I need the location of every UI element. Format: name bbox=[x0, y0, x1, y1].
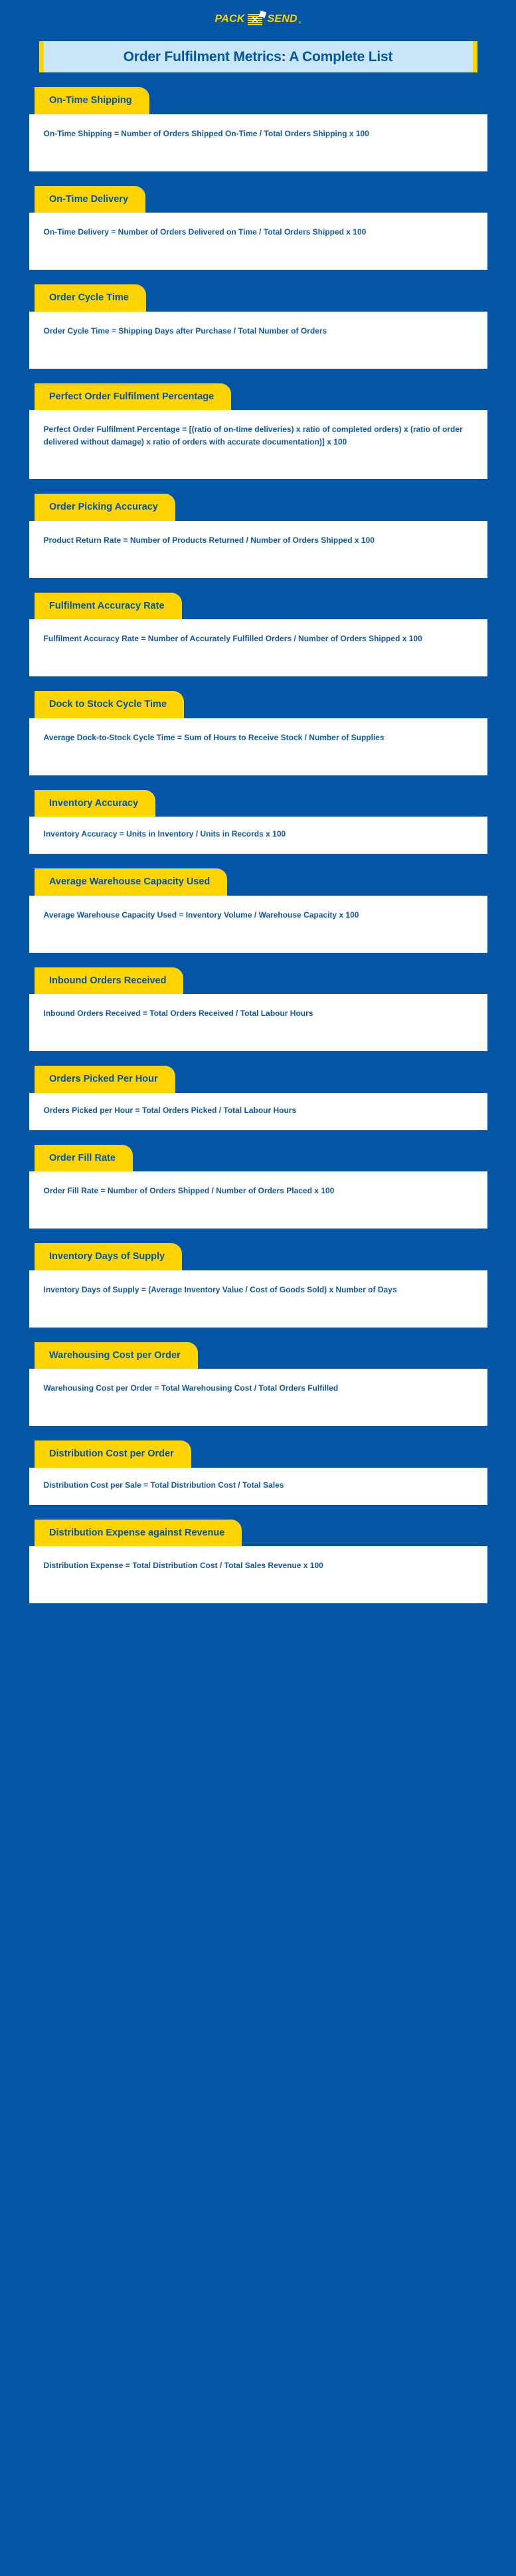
metric-card-title: Distribution Expense against Revenue bbox=[35, 1519, 242, 1546]
metric-card-formula: Perfect Order Fulfilment Percentage = [(… bbox=[29, 410, 487, 479]
metric-card: Order Cycle Time Order Cycle Time = Shipp… bbox=[0, 284, 516, 369]
metric-card-formula: Distribution Cost per Sale = Total Distr… bbox=[29, 1467, 487, 1505]
metric-card-formula: Distribution Expense = Total Distributio… bbox=[29, 1546, 487, 1603]
brand-logo: PACK ✕ SEND ® bbox=[0, 0, 516, 27]
metric-card-formula: Orders Picked per Hour = Total Orders Pi… bbox=[29, 1092, 487, 1130]
metric-card-title: Inventory Days of Supply bbox=[35, 1243, 183, 1270]
metric-card: Order Fill Rate Order Fill Rate = Number … bbox=[0, 1144, 516, 1229]
metric-card-title: Orders Picked Per Hour bbox=[35, 1066, 175, 1093]
metric-card-formula: Fulfilment Accuracy Rate = Number of Acc… bbox=[29, 619, 487, 676]
metric-card-title: Distribution Cost per Order bbox=[35, 1440, 191, 1468]
metric-card: Dock to Stock Cycle Time Average Dock-to-… bbox=[0, 691, 516, 775]
metric-card-title: Order Fill Rate bbox=[35, 1144, 133, 1171]
metric-card-title: Order Picking Accuracy bbox=[35, 494, 175, 521]
metrics-list: On-Time Shipping On-Time Shipping = Numbe… bbox=[0, 87, 516, 1603]
page-title-banner: Order Fulfilment Metrics: A Complete Lis… bbox=[39, 41, 477, 72]
metric-card-title: Fulfilment Accuracy Rate bbox=[35, 592, 182, 619]
metric-card-formula: On-Time Delivery = Number of Orders Deli… bbox=[29, 213, 487, 270]
metric-card: Average Warehouse Capacity Used Average W… bbox=[0, 868, 516, 953]
logo-text-send: SEND bbox=[267, 13, 298, 25]
metric-card-formula: Inventory Accuracy = Units in Inventory … bbox=[29, 817, 487, 854]
metric-card-formula: Warehousing Cost per Order = Total Wareh… bbox=[29, 1369, 487, 1426]
metric-card-title: Inbound Orders Received bbox=[35, 967, 184, 994]
metric-card: Inbound Orders Received Inbound Orders Re… bbox=[0, 967, 516, 1051]
metric-card: Inventory Accuracy Inventory Accuracy = U… bbox=[0, 789, 516, 854]
metric-card-formula: Product Return Rate = Number of Products… bbox=[29, 520, 487, 578]
metric-card: Distribution Expense against Revenue Dist… bbox=[0, 1519, 516, 1603]
metric-card: Inventory Days of Supply Inventory Days o… bbox=[0, 1243, 516, 1328]
metric-card-formula: Inventory Days of Supply = (Average Inve… bbox=[29, 1270, 487, 1328]
metric-card: Warehousing Cost per Order Warehousing Co… bbox=[0, 1341, 516, 1426]
metric-card-formula: On-Time Shipping = Number of Orders Ship… bbox=[29, 114, 487, 171]
metric-card: On-Time Shipping On-Time Shipping = Numbe… bbox=[0, 87, 516, 171]
metric-card: On-Time Delivery On-Time Delivery = Numbe… bbox=[0, 185, 516, 270]
logo: PACK ✕ SEND ® bbox=[215, 10, 301, 27]
metric-card-formula: Order Cycle Time = Shipping Days after P… bbox=[29, 311, 487, 369]
logo-text-pack: PACK bbox=[215, 13, 245, 25]
metric-card: Orders Picked Per Hour Orders Picked per … bbox=[0, 1066, 516, 1130]
metric-card-formula: Average Warehouse Capacity Used = Invent… bbox=[29, 895, 487, 953]
metric-card-title: Perfect Order Fulfilment Percentage bbox=[35, 383, 232, 410]
metric-card-formula: Order Fill Rate = Number of Orders Shipp… bbox=[29, 1171, 487, 1229]
metric-card-title: Warehousing Cost per Order bbox=[35, 1341, 198, 1369]
metric-card: Order Picking Accuracy Product Return Rat… bbox=[0, 494, 516, 578]
metric-card-title: Inventory Accuracy bbox=[35, 789, 156, 817]
trademark-symbol: ® bbox=[298, 21, 301, 25]
metric-card-formula: Inbound Orders Received = Total Orders R… bbox=[29, 994, 487, 1051]
metric-card: Perfect Order Fulfilment Percentage Perfe… bbox=[0, 383, 516, 479]
logo-cross-glyph: ✕ bbox=[251, 15, 259, 25]
metric-card-title: Average Warehouse Capacity Used bbox=[35, 868, 228, 896]
metric-card: Fulfilment Accuracy Rate Fulfilment Accur… bbox=[0, 592, 516, 676]
metric-card: Distribution Cost per Order Distribution … bbox=[0, 1440, 516, 1505]
metric-card-title: On-Time Delivery bbox=[35, 185, 146, 213]
metric-card-formula: Average Dock-to-Stock Cycle Time = Sum o… bbox=[29, 718, 487, 775]
metric-card-title: On-Time Shipping bbox=[35, 87, 149, 114]
metric-card-title: Order Cycle Time bbox=[35, 284, 146, 312]
parcel-box-icon: ✕ bbox=[247, 10, 266, 26]
page-title: Order Fulfilment Metrics: A Complete Lis… bbox=[123, 49, 393, 64]
metric-card-title: Dock to Stock Cycle Time bbox=[35, 691, 185, 718]
